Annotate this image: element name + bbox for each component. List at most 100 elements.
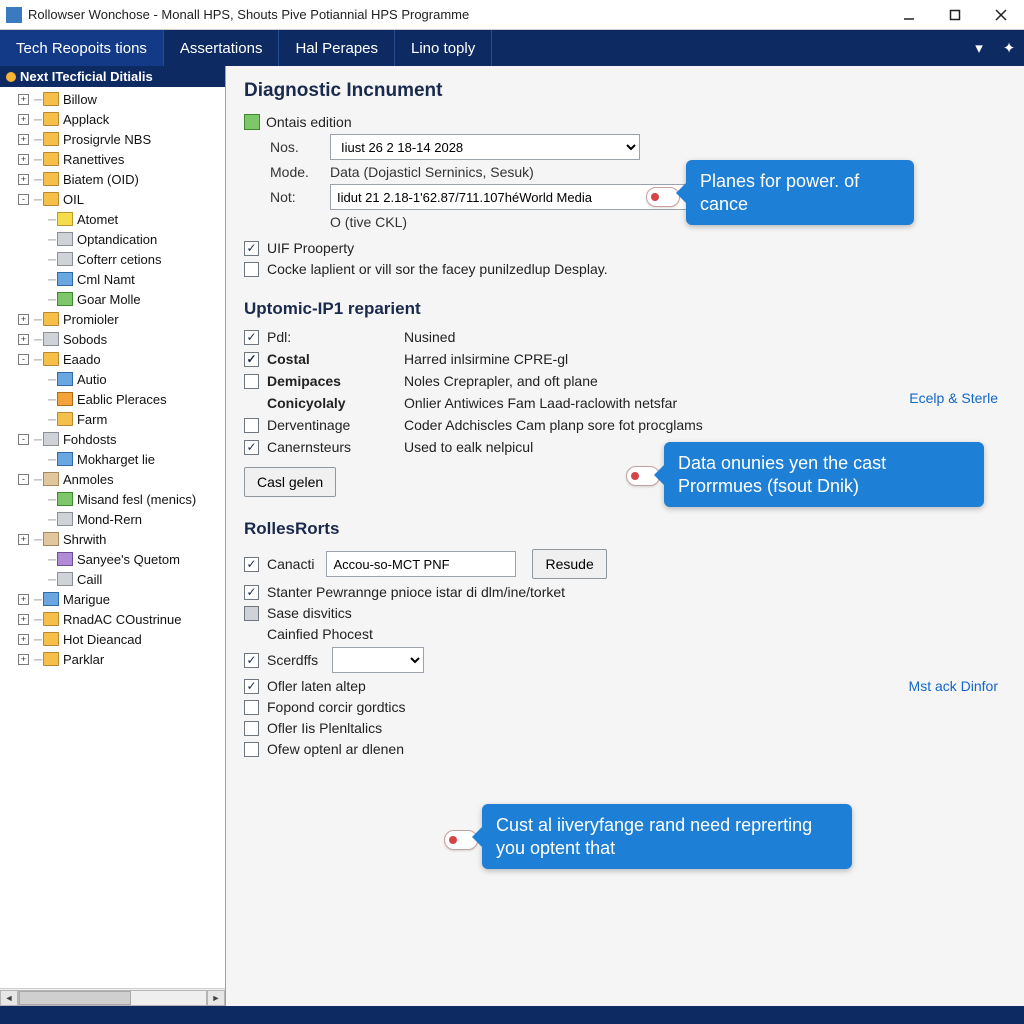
close-button[interactable] (978, 0, 1024, 30)
tree-item[interactable]: ····Autio (4, 369, 225, 389)
sidebar-hscrollbar[interactable]: ◄ ► (0, 988, 225, 1006)
option-checkbox[interactable] (244, 418, 259, 433)
collapse-icon[interactable]: - (18, 354, 29, 365)
tree-item-label: Hot Dieancad (63, 632, 142, 647)
rolesrorts-checkbox[interactable] (244, 742, 259, 757)
tree-item[interactable]: +····Parklar (4, 649, 225, 669)
tree-item[interactable]: +····Ranettives (4, 149, 225, 169)
tree-item[interactable]: ····Mokharget lie (4, 449, 225, 469)
option-row: Pdl: (244, 329, 394, 345)
rolesrorts-checkbox[interactable] (244, 700, 259, 715)
rolesrorts-checkbox[interactable] (244, 606, 259, 621)
hscroll-left-icon[interactable]: ◄ (0, 990, 18, 1006)
maximize-button[interactable] (932, 0, 978, 30)
tree-item[interactable]: +····Applack (4, 109, 225, 129)
tree-item[interactable]: +····RnadAC COustrinue (4, 609, 225, 629)
node-icon (57, 212, 73, 226)
tree-item[interactable]: +····Promioler (4, 309, 225, 329)
app-icon (6, 7, 22, 23)
rolesrorts-checkbox[interactable] (244, 585, 259, 600)
tree-item-label: Anmoles (63, 472, 114, 487)
node-icon (43, 472, 59, 486)
chk-cocke[interactable] (244, 262, 259, 277)
canacti-input[interactable] (326, 551, 516, 577)
expand-icon[interactable]: + (18, 94, 29, 105)
tree-item[interactable]: ····Eablic Pleraces (4, 389, 225, 409)
scerdifs-select[interactable] (332, 647, 424, 673)
collapse-icon[interactable]: - (18, 434, 29, 445)
tree-item[interactable]: ····Cml Namt (4, 269, 225, 289)
option-checkbox[interactable] (244, 330, 259, 345)
tree-item[interactable]: +····Sobods (4, 329, 225, 349)
tree-header[interactable]: Next ITecficial Ditialis (0, 66, 225, 87)
expand-icon[interactable]: + (18, 614, 29, 625)
expand-icon[interactable]: + (18, 594, 29, 605)
expand-icon[interactable]: + (18, 654, 29, 665)
tree-item[interactable]: ····Cofterr cetions (4, 249, 225, 269)
tree-item[interactable]: -····Fohdosts (4, 429, 225, 449)
section3-link[interactable]: Mst ack Dinfor (909, 678, 998, 694)
option-row: Demipaces (244, 373, 394, 389)
ribbon-tab-0[interactable]: Tech Reopoits tions (0, 30, 164, 66)
node-icon (57, 492, 73, 506)
option-checkbox[interactable] (244, 352, 259, 367)
expand-icon[interactable]: + (18, 114, 29, 125)
hscroll-right-icon[interactable]: ► (207, 990, 225, 1006)
tree-spacer (32, 514, 43, 525)
expand-icon[interactable]: + (18, 334, 29, 345)
expand-icon[interactable]: + (18, 634, 29, 645)
tree-item[interactable]: +····Prosigrvle NBS (4, 129, 225, 149)
option-checkbox[interactable] (244, 374, 259, 389)
tree-item[interactable]: ····Atomet (4, 209, 225, 229)
option-checkbox[interactable] (244, 440, 259, 455)
casl-gelen-button[interactable]: Casl gelen (244, 467, 336, 497)
tree-item[interactable]: ····Sanyee's Quetom (4, 549, 225, 569)
hscroll-track[interactable] (18, 990, 207, 1006)
tree-item-label: Billow (63, 92, 97, 107)
ribbon-tab-1[interactable]: Assertations (164, 30, 280, 66)
tree-item[interactable]: ····Caill (4, 569, 225, 589)
tree-item-label: Cofterr cetions (77, 252, 162, 267)
expand-icon[interactable]: + (18, 314, 29, 325)
tree-item[interactable]: ····Mond-Rern (4, 509, 225, 529)
expand-icon[interactable]: + (18, 174, 29, 185)
folder-icon (43, 132, 59, 146)
tree-item[interactable]: +····Hot Dieancad (4, 629, 225, 649)
tree-item-label: Cml Namt (77, 272, 135, 287)
option-name: Conicyolaly (267, 395, 346, 411)
collapse-icon[interactable]: - (18, 194, 29, 205)
chk-uif[interactable] (244, 241, 259, 256)
ribbon-help-icon[interactable]: ✦ (994, 30, 1024, 66)
chk-canacti[interactable] (244, 557, 259, 572)
tree-item[interactable]: +····Shrwith (4, 529, 225, 549)
canacti-label: Canacti (267, 556, 314, 572)
ribbon-tab-2[interactable]: Hal Perapes (279, 30, 395, 66)
tree-item[interactable]: -····Eaado (4, 349, 225, 369)
rolesrorts-checkbox[interactable] (244, 653, 259, 668)
minimize-button[interactable] (886, 0, 932, 30)
section2-link[interactable]: Ecelp & Sterle (909, 390, 998, 406)
nos-select[interactable]: Iiust 26 2 18-14 2028 (330, 134, 640, 160)
tree-spacer (32, 234, 43, 245)
tree-item[interactable]: ····Goar Molle (4, 289, 225, 309)
tree-item[interactable]: ····Farm (4, 409, 225, 429)
collapse-icon[interactable]: - (18, 474, 29, 485)
tree-item[interactable]: +····Billow (4, 89, 225, 109)
tree-item[interactable]: +····Biatem (OID) (4, 169, 225, 189)
tree-spacer (32, 454, 43, 465)
tree-item[interactable]: +····Marigue (4, 589, 225, 609)
rolesrorts-checkbox[interactable] (244, 721, 259, 736)
tree-item-label: RnadAC COustrinue (63, 612, 182, 627)
tree-item[interactable]: ····Misand fesl (menics) (4, 489, 225, 509)
expand-icon[interactable]: + (18, 534, 29, 545)
hscroll-thumb[interactable] (19, 991, 131, 1005)
ribbon-dropdown-icon[interactable]: ▾ (964, 30, 994, 66)
expand-icon[interactable]: + (18, 134, 29, 145)
expand-icon[interactable]: + (18, 154, 29, 165)
tree-item[interactable]: -····Anmoles (4, 469, 225, 489)
resude-button[interactable]: Resude (532, 549, 606, 579)
tree-item[interactable]: -····OIL (4, 189, 225, 209)
ribbon-tab-3[interactable]: Lino toply (395, 30, 492, 66)
tree-item[interactable]: ····Optandication (4, 229, 225, 249)
rolesrorts-checkbox[interactable] (244, 679, 259, 694)
